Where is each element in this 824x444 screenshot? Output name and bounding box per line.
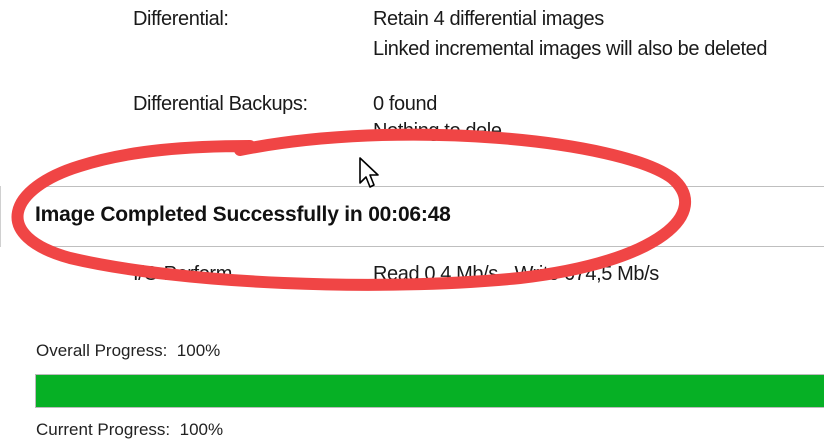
completion-status-message: Image Completed Successfully in 00:06:48 (35, 203, 451, 226)
overall-progress-percent: 100% (176, 341, 221, 360)
io-performance-label: I/O Perform (133, 263, 232, 285)
io-performance-value: Read 0,4 Mb/s - Write 674,5 Mb/s (373, 263, 659, 285)
overall-progress-label: Overall Progress: 100% (36, 341, 220, 361)
panel-left-edge (0, 186, 1, 247)
overall-progress-caption: Overall Progress: (36, 341, 168, 360)
current-progress-percent: 100% (179, 420, 224, 439)
overall-progress-fill (36, 375, 824, 407)
differential-value-line2: Linked incremental images will also be d… (373, 38, 768, 60)
differential-backups-value-line2: Nothing to dele (373, 120, 502, 142)
differential-backups-label: Differential Backups: (133, 93, 308, 115)
backup-progress-panel: Differential: Retain 4 differential imag… (0, 0, 824, 444)
differential-backups-value-line1: 0 found (373, 93, 437, 115)
current-progress-label: Current Progress: 100% (36, 420, 223, 440)
current-progress-caption: Current Progress: (36, 420, 171, 439)
overall-progress-bar (35, 374, 824, 408)
arrow-cursor-icon (359, 157, 379, 188)
separator-bottom (35, 246, 824, 247)
differential-value-line1: Retain 4 differential images (373, 8, 604, 30)
separator-top (35, 186, 824, 187)
differential-label: Differential: (133, 8, 229, 30)
